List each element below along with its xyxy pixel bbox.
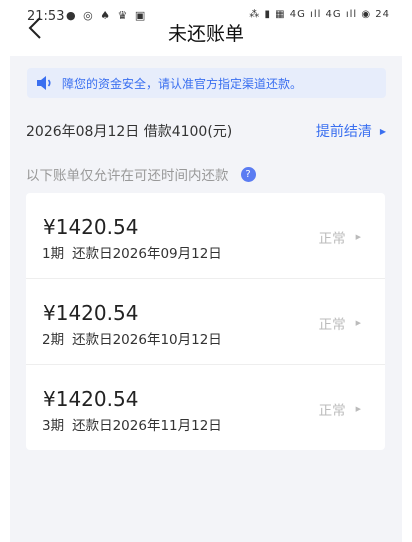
bill-details: 3期 还款日2026年11月12日: [42, 414, 222, 434]
help-icon[interactable]: ?: [240, 166, 256, 182]
bill-due-date: 还款日2026年10月12日: [72, 332, 222, 348]
bill-list: ¥1420.54 1期 还款日2026年09月12日 正常 ▶ ¥1420.54 …: [26, 193, 385, 450]
status-label: 正常: [318, 403, 346, 419]
bill-amount: ¥1420.54: [43, 301, 139, 325]
security-notice: 障您的资金安全，请认准官方指定渠道还款。: [27, 68, 386, 98]
bill-status: 正常 ▶: [319, 313, 361, 333]
page-title: 未还账单: [167, 23, 244, 45]
bill-status: 正常 ▶: [319, 227, 361, 247]
bill-item[interactable]: ¥1420.54 3期 还款日2026年11月12日 正常 ▶: [26, 365, 385, 450]
repayment-hint: 以下账单仅允许在可还时间内还款 ?: [26, 164, 256, 184]
nav-bar: 未还账单: [0, 0, 412, 56]
bill-status: 正常 ▶: [319, 399, 361, 419]
bill-details: 1期 还款日2026年09月12日: [42, 242, 222, 262]
bill-amount: ¥1420.54: [43, 387, 139, 411]
prepay-link[interactable]: 提前结清 ▶: [316, 121, 386, 141]
status-label: 正常: [318, 317, 346, 333]
chevron-right-icon: ▶: [355, 405, 361, 413]
bill-details: 2期 还款日2026年10月12日: [42, 328, 222, 348]
main-content: 障您的资金安全，请认准官方指定渠道还款。 2026年08月12日 借款4100(…: [10, 56, 402, 542]
chevron-right-icon: ▶: [379, 126, 386, 136]
bill-amount: ¥1420.54: [43, 215, 139, 239]
bill-period: 3期: [42, 418, 65, 434]
hint-text: 以下账单仅允许在可还时间内还款: [26, 168, 229, 184]
status-label: 正常: [318, 231, 346, 247]
bill-due-date: 还款日2026年09月12日: [72, 246, 222, 262]
bill-period: 1期: [42, 246, 65, 262]
loan-info: 2026年08月12日 借款4100(元): [26, 124, 233, 140]
chevron-right-icon: ▶: [355, 319, 361, 327]
chevron-right-icon: ▶: [355, 233, 361, 241]
notice-text: 障您的资金安全，请认准官方指定渠道还款。: [62, 76, 303, 91]
bill-item[interactable]: ¥1420.54 2期 还款日2026年10月12日 正常 ▶: [26, 279, 385, 365]
speaker-icon: [36, 75, 54, 91]
bill-period: 2期: [42, 332, 65, 348]
bill-item[interactable]: ¥1420.54 1期 还款日2026年09月12日 正常 ▶: [26, 193, 385, 279]
bill-due-date: 还款日2026年11月12日: [72, 418, 222, 434]
prepay-label: 提前结清: [315, 124, 372, 140]
